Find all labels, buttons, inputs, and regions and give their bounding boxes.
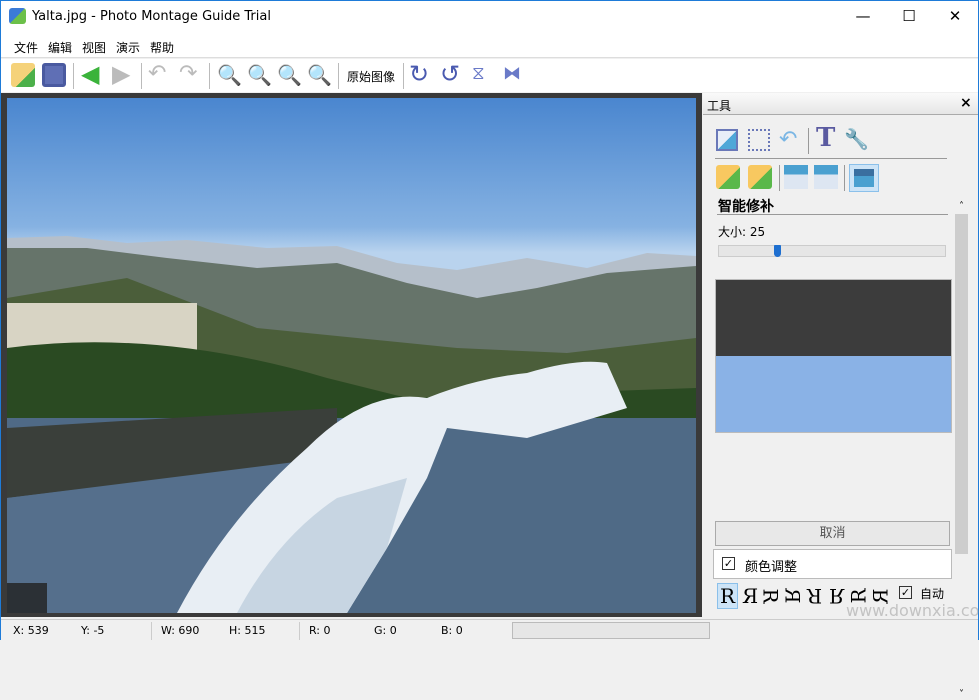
status-height: H: 515 — [229, 624, 266, 637]
menu-demo[interactable]: 演示 — [116, 39, 140, 56]
preview-area — [715, 279, 952, 433]
color-adjust-checkbox[interactable]: ✓ — [722, 557, 735, 570]
flip-horizontal-icon[interactable]: ⧓ — [503, 63, 527, 87]
flip-vertical-icon[interactable]: ⧖ — [472, 63, 496, 87]
zoom-actual-icon[interactable]: 🔍 — [307, 63, 332, 87]
panel-close-button[interactable]: × — [960, 95, 972, 111]
open-icon[interactable] — [11, 63, 35, 87]
original-image-button[interactable]: 原始图像 — [347, 68, 395, 85]
orientation-rot180-mirror[interactable]: R — [829, 584, 844, 608]
slider-thumb[interactable] — [774, 245, 781, 257]
text-tool-icon[interactable]: T — [816, 123, 835, 153]
title-bar: Yalta.jpg - Photo Montage Guide Trial — … — [1, 1, 978, 33]
panel-header: 工具 × — [703, 93, 978, 115]
auto-label: 自动 — [920, 587, 945, 601]
menu-view[interactable]: 视图 — [82, 39, 106, 56]
panel-scrollbar[interactable]: ˄ ˅ — [953, 201, 970, 700]
cancel-button[interactable]: 取消 — [715, 521, 950, 546]
orientation-rot90-mirror[interactable]: R — [781, 588, 805, 603]
forward-arrow-icon: ▶ — [112, 60, 131, 88]
export-tool-icon[interactable] — [748, 165, 772, 189]
size-slider[interactable] — [718, 245, 946, 257]
image-canvas[interactable] — [1, 93, 702, 617]
rotate-ccw-icon[interactable]: ↺ — [440, 62, 464, 87]
photo-yalta[interactable] — [7, 98, 696, 613]
panel-title: 工具 — [707, 99, 732, 113]
resize-tool-icon[interactable] — [716, 129, 738, 151]
app-icon — [9, 8, 26, 24]
menu-help[interactable]: 帮助 — [150, 39, 174, 56]
color-adjust-group: ✓ 颜色调整 — [713, 549, 952, 579]
guide-box-icon[interactable] — [814, 165, 838, 189]
status-blue: B: 0 — [441, 624, 463, 637]
color-adjust-label: 颜色调整 — [745, 560, 798, 575]
scrollbar-thumb[interactable] — [955, 214, 968, 554]
orientation-rot90[interactable]: R — [759, 588, 783, 603]
section-title: 智能修补 — [718, 199, 774, 215]
zoom-out-icon[interactable]: 🔍 — [247, 63, 272, 87]
progress-bar — [512, 622, 710, 639]
close-button[interactable]: ✕ — [932, 1, 978, 31]
orientation-mirror[interactable]: Я — [742, 584, 758, 608]
size-label: 大小: 25 — [718, 225, 766, 239]
status-width: W: 690 — [161, 624, 200, 637]
status-red: R: 0 — [309, 624, 331, 637]
menu-file[interactable]: 文件 — [14, 39, 38, 56]
rotate-cw-icon[interactable]: ↻ — [409, 62, 433, 87]
status-bar: X: 539 Y: -5 W: 690 H: 515 R: 0 G: 0 B: … — [1, 619, 978, 641]
zoom-in-icon[interactable]: 🔍 — [217, 63, 242, 87]
back-arrow-icon[interactable]: ◀ — [81, 62, 105, 87]
redo-icon: ↷ — [179, 61, 198, 86]
auto-checkbox[interactable]: ✓ — [899, 586, 912, 599]
guide-remove-icon[interactable] — [784, 165, 808, 189]
orientation-normal[interactable]: R — [717, 583, 739, 609]
menu-edit[interactable]: 编辑 — [48, 39, 72, 56]
window-title: Yalta.jpg - Photo Montage Guide Trial — [32, 9, 271, 24]
undo-icon: ↶ — [148, 61, 167, 86]
menu-bar: 文件 编辑 视图 演示 帮助 — [1, 33, 978, 58]
status-green: G: 0 — [374, 624, 397, 637]
toolbar: ◀ ▶ ↶ ↷ 🔍 🔍 🔍 🔍 原始图像 ↻ ↺ ⧖ ⧓ — [1, 59, 978, 92]
save-icon[interactable] — [42, 63, 66, 87]
zoom-fit-icon[interactable]: 🔍 — [277, 63, 302, 87]
orientation-rot180[interactable]: R — [807, 584, 822, 608]
minimize-button[interactable]: — — [840, 1, 886, 31]
smart-repair-tool-icon[interactable] — [849, 164, 879, 192]
undo-tool-icon[interactable]: ↶ — [779, 127, 797, 152]
tools-panel: 工具 × ↶ T 🔧 智能修补 大小: 25 取消 ✓ 颜色调整 ˄ ˅ — [703, 93, 978, 700]
status-x: X: 539 — [13, 624, 49, 637]
crop-tool-icon[interactable] — [748, 129, 770, 151]
maximize-button[interactable]: ☐ — [886, 1, 932, 31]
import-tool-icon[interactable] — [716, 165, 740, 189]
wrench-tool-icon[interactable]: 🔧 — [844, 127, 869, 151]
status-y: Y: -5 — [81, 624, 105, 637]
watermark: www.downxia.com — [846, 601, 979, 620]
